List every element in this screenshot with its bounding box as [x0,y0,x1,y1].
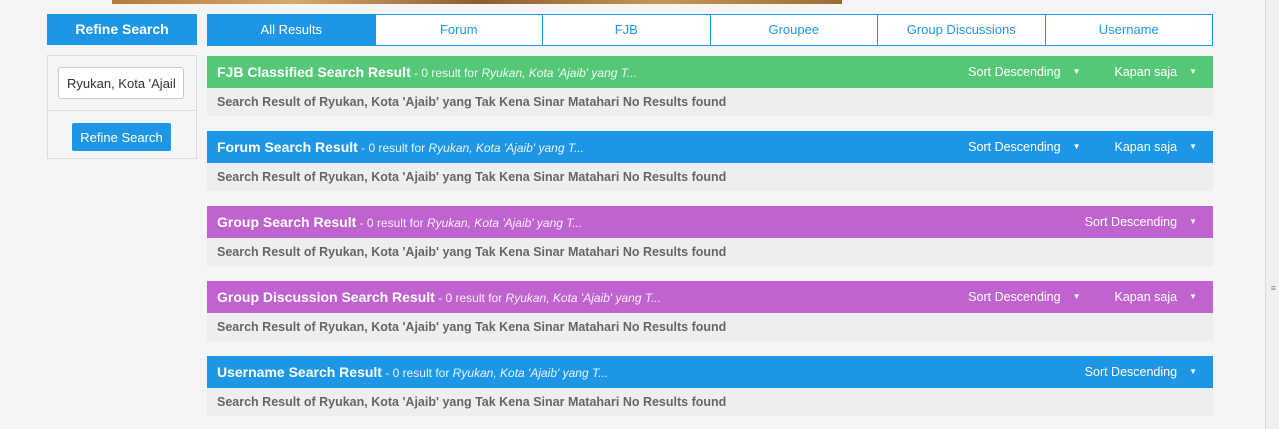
search-query: Ryukan, Kota 'Ajaib' yang T... [452,366,609,380]
section-title: Group Search Result [217,214,357,230]
username-result-header: Username Search Result - 0 result for Ry… [207,356,1213,388]
search-query: Ryukan, Kota 'Ajaib' yang T... [505,291,662,305]
refine-search-button[interactable]: Refine Search [72,123,171,151]
sort-label: Sort Descending [968,65,1061,79]
section-title: Username Search Result [217,364,382,380]
no-results-message: Search Result of Ryukan, Kota 'Ajaib' ya… [207,163,1213,191]
tab-forum[interactable]: Forum [374,15,542,45]
result-count: - 0 result for [381,366,453,380]
caret-down-icon: ▼ [1189,67,1197,76]
result-count: - 0 result for [410,66,482,80]
caret-down-icon: ▼ [1072,292,1081,301]
section-title: Forum Search Result [217,139,358,155]
section-title: Group Discussion Search Result [217,289,435,305]
caret-down-icon: ▼ [1072,67,1081,76]
refine-search-title: Refine Search [47,14,197,45]
result-count: - 0 result for [434,291,506,305]
divider [48,110,196,111]
sort-dropdown[interactable]: Sort Descending ▼ [1067,206,1213,238]
section-title: FJB Classified Search Result [217,64,411,80]
forum-result-section: Forum Search Result - 0 result for Ryuka… [207,131,1213,191]
forum-result-header: Forum Search Result - 0 result for Ryuka… [207,131,1213,163]
time-filter-label: Kapan saja [1114,290,1178,304]
tab-username[interactable]: Username [1044,15,1212,45]
time-filter-label: Kapan saja [1114,140,1178,154]
sort-label: Sort Descending [968,140,1061,154]
caret-down-icon: ▼ [1189,142,1197,151]
group-discussion-result-header: Group Discussion Search Result - 0 resul… [207,281,1213,313]
sort-label: Sort Descending [1084,215,1178,229]
caret-down-icon: ▼ [1189,217,1197,226]
result-count: - 0 result for [356,216,427,230]
no-results-message: Search Result of Ryukan, Kota 'Ajaib' ya… [207,88,1213,116]
time-filter-dropdown[interactable]: Kapan saja ▼ [1097,281,1213,313]
no-results-message: Search Result of Ryukan, Kota 'Ajaib' ya… [207,238,1213,266]
search-query: Ryukan, Kota 'Ajaib' yang T... [426,216,583,230]
tab-fjb[interactable]: FJB [542,15,710,45]
sort-dropdown[interactable]: Sort Descending ▼ [950,56,1096,88]
username-result-section: Username Search Result - 0 result for Ry… [207,356,1213,416]
fjb-result-header: FJB Classified Search Result - 0 result … [207,56,1213,88]
caret-down-icon: ▼ [1189,292,1197,301]
refine-search-input[interactable] [58,67,184,99]
search-query: Ryukan, Kota 'Ajaib' yang T... [428,141,585,155]
search-query: Ryukan, Kota 'Ajaib' yang T... [481,66,637,80]
sort-dropdown[interactable]: Sort Descending ▼ [1067,356,1213,388]
no-results-message: Search Result of Ryukan, Kota 'Ajaib' ya… [207,313,1213,341]
sort-label: Sort Descending [1084,365,1178,379]
header-banner-image [112,0,842,4]
result-tabs: All Results Forum FJB Groupee Group Disc… [207,14,1213,46]
time-filter-dropdown[interactable]: Kapan saja ▼ [1097,56,1213,88]
group-result-header: Group Search Result - 0 result for Ryuka… [207,206,1213,238]
tab-group-discussions[interactable]: Group Discussions [877,15,1045,45]
fjb-result-section: FJB Classified Search Result - 0 result … [207,56,1213,116]
time-filter-dropdown[interactable]: Kapan saja ▼ [1097,131,1213,163]
group-discussion-result-section: Group Discussion Search Result - 0 resul… [207,281,1213,341]
sort-dropdown[interactable]: Sort Descending ▼ [950,131,1096,163]
caret-down-icon: ▼ [1072,142,1081,151]
grip-icon: ≡ [1270,283,1276,293]
sort-dropdown[interactable]: Sort Descending ▼ [950,281,1096,313]
caret-down-icon: ▼ [1189,367,1197,376]
sort-label: Sort Descending [968,290,1061,304]
page-scrollbar[interactable]: ≡ [1265,0,1279,429]
group-result-section: Group Search Result - 0 result for Ryuka… [207,206,1213,266]
result-count: - 0 result for [357,141,429,155]
refine-sidebar: Refine Search Refine Search [47,14,197,159]
tab-groupee[interactable]: Groupee [709,15,877,45]
refine-search-panel: Refine Search [47,55,197,159]
tab-all-results[interactable]: All Results [208,15,375,45]
no-results-message: Search Result of Ryukan, Kota 'Ajaib' ya… [207,388,1213,416]
time-filter-label: Kapan saja [1114,65,1178,79]
